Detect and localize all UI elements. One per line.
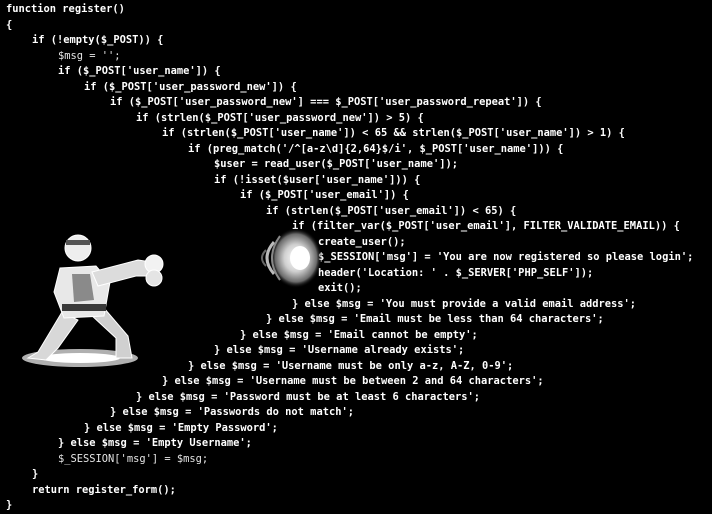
code-line: } else $msg = 'Empty Password'; xyxy=(84,421,278,434)
fighter-figure-icon xyxy=(22,234,164,367)
code-line: } else $msg = 'Username must be between … xyxy=(162,375,544,387)
code-line: } else $msg = 'Password must be at least… xyxy=(136,390,481,403)
code-line: function register() xyxy=(6,3,125,15)
code-line: if (strlen($_POST['user_email']) < 65) { xyxy=(266,204,517,217)
code-line: if (strlen($_POST['user_name']) < 65 && … xyxy=(162,127,625,139)
fireball-icon xyxy=(261,228,322,288)
code-line: if (!isset($user['user_name'])) { xyxy=(214,173,421,186)
code-line: } else $msg = 'Passwords do not match'; xyxy=(110,406,354,418)
code-line: if (preg_match('/^[a-z\d]{2,64}$/i', $_P… xyxy=(188,142,564,155)
code-line: $user = read_user($_POST['user_name']); xyxy=(214,158,458,170)
code-line: return register_form(); xyxy=(32,483,176,496)
code-line: if ($_POST['user_name']) { xyxy=(58,65,221,77)
code-line: if (strlen($_POST['user_password_new']) … xyxy=(136,111,424,124)
code-line: } else $msg = 'Empty Username'; xyxy=(58,437,252,449)
code-line: } xyxy=(32,468,39,480)
code-line: if ($_POST['user_password_new'] === $_PO… xyxy=(110,96,542,108)
code-line: $_SESSION['msg'] = $msg; xyxy=(58,452,209,465)
code-line: if (!empty($_POST)) { xyxy=(32,34,164,46)
code-line: $msg = ''; xyxy=(58,49,121,62)
code-line: } xyxy=(6,499,13,511)
code-line: if ($_POST['user_password_new']) { xyxy=(84,80,297,93)
code-line: { xyxy=(6,18,13,31)
code-line: if ($_POST['user_email']) { xyxy=(240,189,409,201)
